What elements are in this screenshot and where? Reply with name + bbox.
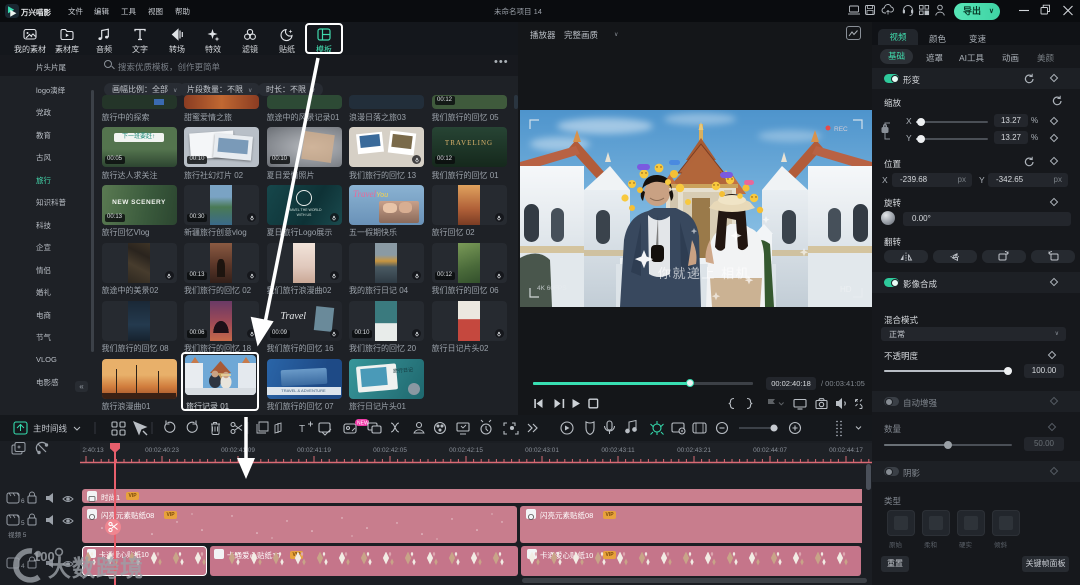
svg-text:00:02:44:07: 00:02:44:07	[753, 447, 787, 454]
svg-text:T: T	[299, 424, 305, 435]
svg-text:00:02:43:01: 00:02:43:01	[525, 447, 559, 454]
svg-text:00:02:41:09: 00:02:41:09	[221, 447, 255, 454]
svg-text:00:02:41:19: 00:02:41:19	[297, 447, 331, 454]
svg-text:5: 5	[21, 520, 25, 527]
svg-text:NEW: NEW	[357, 421, 369, 427]
svg-text:00:02:43:11: 00:02:43:11	[601, 447, 635, 454]
svg-text:2:40:13: 2:40:13	[82, 447, 104, 454]
svg-text:你就递上 相机: 你就递上 相机	[658, 266, 750, 281]
svg-text:00:02:42:15: 00:02:42:15	[449, 447, 483, 454]
svg-text:6: 6	[21, 498, 25, 505]
svg-text:00:02:44:17: 00:02:44:17	[829, 447, 863, 454]
svg-text:00:02:40:23: 00:02:40:23	[145, 447, 179, 454]
svg-text:视频 5: 视频 5	[8, 530, 27, 539]
svg-text:00:02:42:05: 00:02:42:05	[373, 447, 407, 454]
svg-text:REC: REC	[834, 126, 848, 133]
svg-text:大数跨境: 大数跨境	[48, 555, 144, 581]
svg-text:4K 60FPS: 4K 60FPS	[537, 285, 567, 292]
svg-text:00:02:43:21: 00:02:43:21	[677, 447, 711, 454]
svg-text:主时间线: 主时间线	[33, 424, 68, 434]
svg-text:HD: HD	[840, 285, 852, 294]
